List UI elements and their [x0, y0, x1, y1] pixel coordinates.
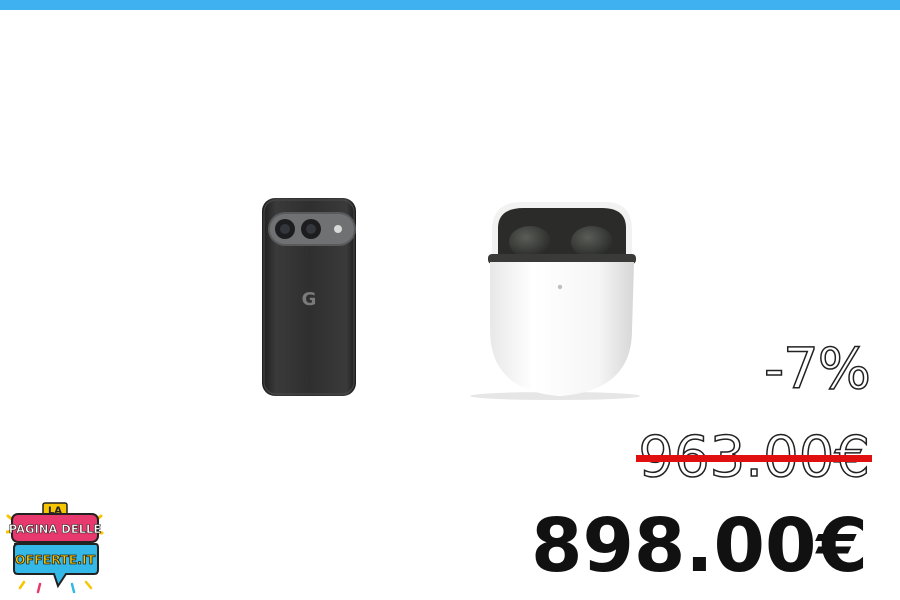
new-price: 898.00€ — [530, 503, 868, 589]
logo-line-pagina: PAGINA DELLE — [9, 522, 102, 536]
earbuds-case-illustration — [470, 202, 640, 400]
top-accent-bar — [0, 0, 900, 10]
discount-label: -7% — [763, 337, 872, 403]
site-logo: LA PAGINA DELLE OFFERTE.IT — [6, 502, 104, 594]
offer-card: G -7% 963.00€ 898.00€ LA PAGINA DELLE OF… — [0, 0, 900, 600]
logo-line-offerte: OFFERTE.IT — [15, 552, 96, 567]
phone-g-logo: G — [302, 289, 317, 310]
old-price-group: 963.00€ — [636, 424, 872, 491]
phone-illustration: G — [262, 198, 356, 396]
product-image: G — [262, 198, 640, 400]
strikethrough-line — [636, 455, 872, 462]
